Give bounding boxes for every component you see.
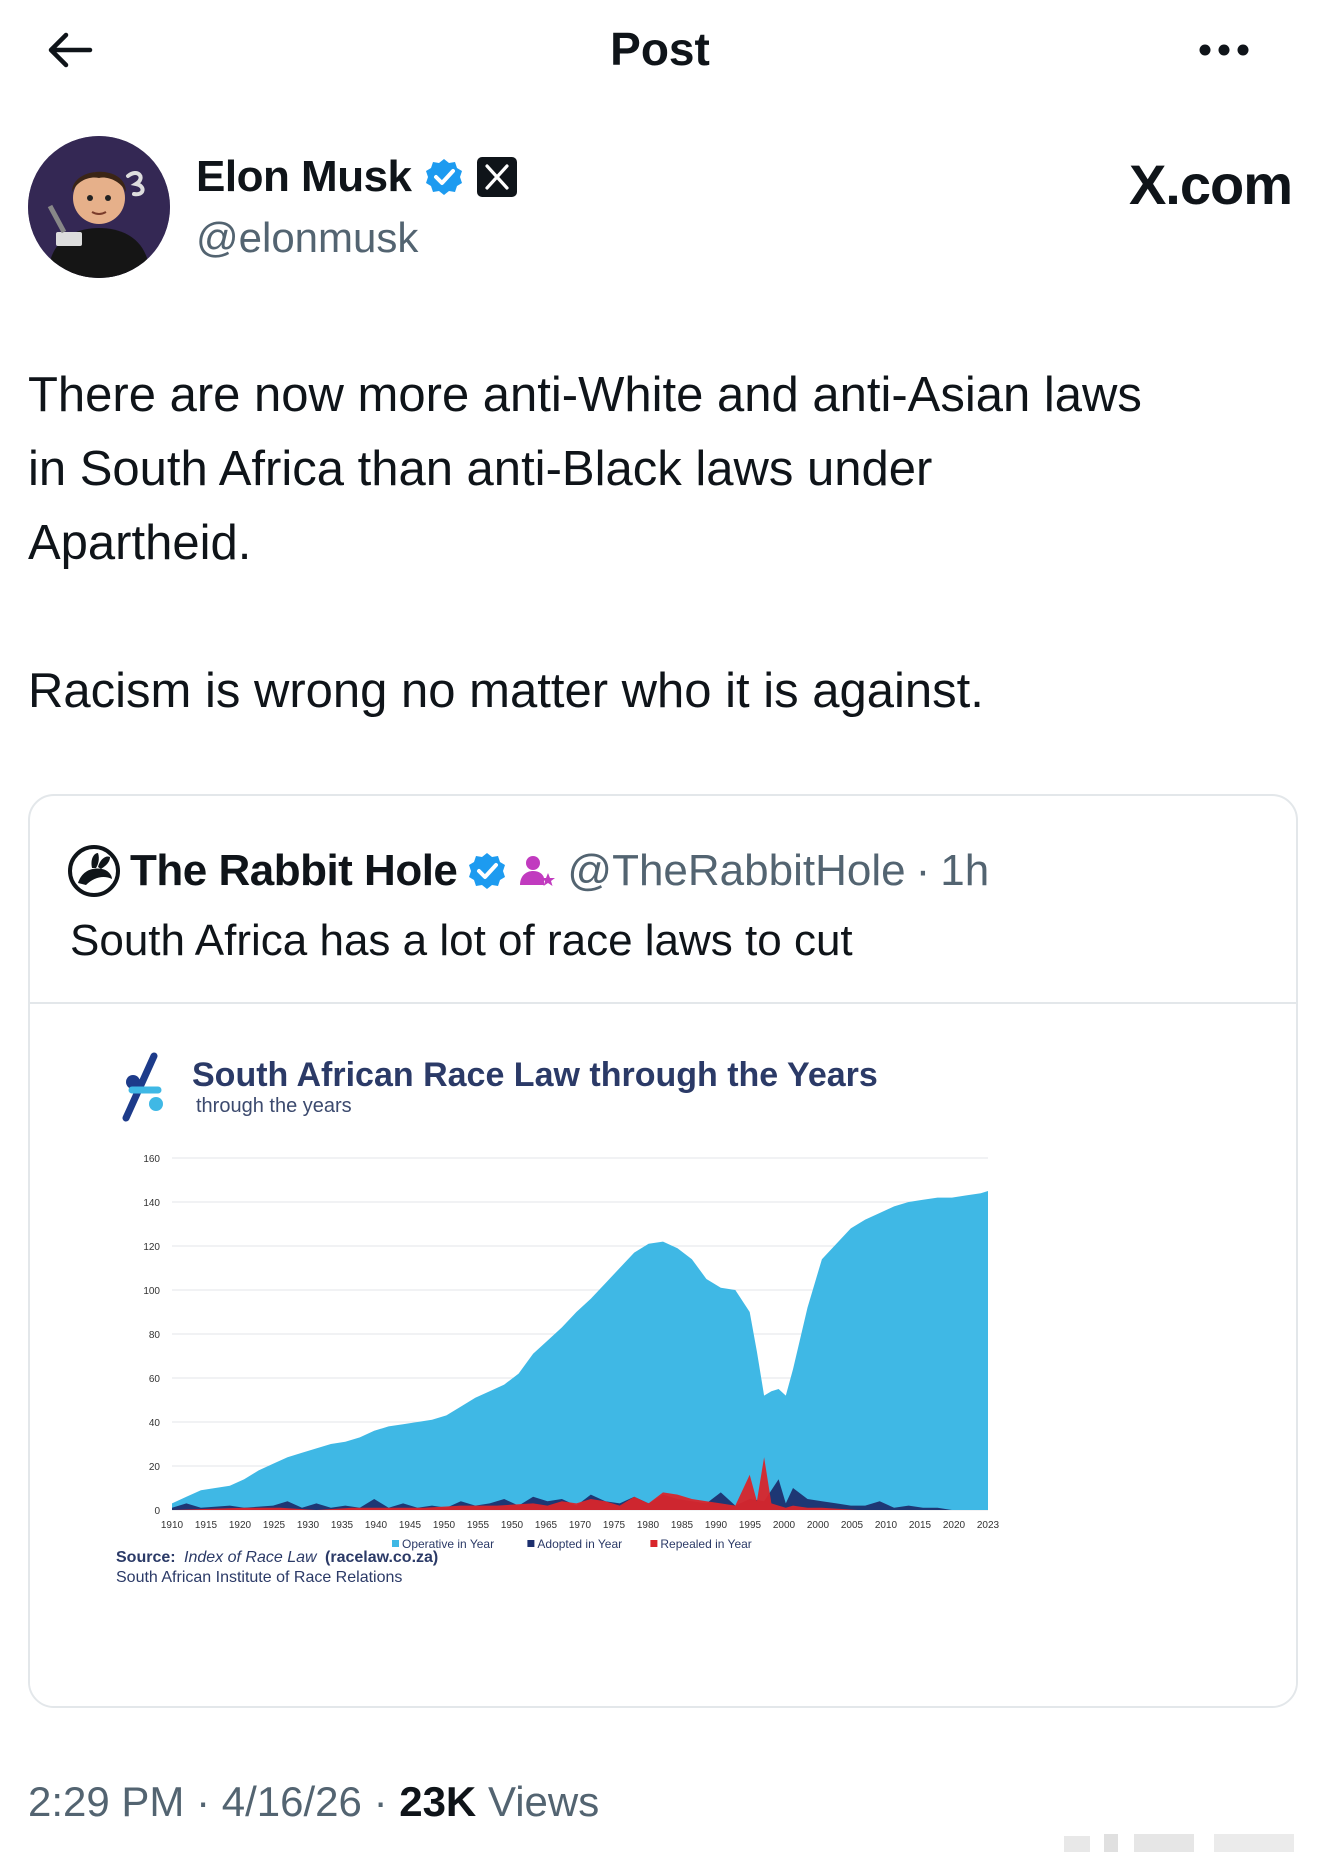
x-tick-label: 1955 xyxy=(467,1520,490,1531)
x-tick-label: 1995 xyxy=(739,1520,762,1531)
x-tick-label: 1980 xyxy=(637,1520,660,1531)
post-meta: 2:29 PM · 4/16/26 · 23K Views xyxy=(28,1778,599,1826)
quoted-author-handle[interactable]: @TheRabbitHole xyxy=(567,846,905,896)
x-tick-label: 2020 xyxy=(943,1520,966,1531)
y-tick-label: 0 xyxy=(154,1506,160,1517)
chart-source-org: South African Institute of Race Relation… xyxy=(116,1569,402,1586)
author-name-line: Elon Musk xyxy=(196,152,518,202)
quoted-post-text: South Africa has a lot of race laws to c… xyxy=(70,916,853,965)
x-tick-label: 1975 xyxy=(603,1520,626,1531)
x-tick-label: 2010 xyxy=(875,1520,898,1531)
x-tick-label: 1950 xyxy=(433,1520,456,1531)
author-handle[interactable]: @elonmusk xyxy=(196,214,418,262)
xcom-watermark-label: X.com xyxy=(1128,153,1293,216)
post-text-line-3: Apartheid. xyxy=(28,516,252,570)
sairr-logo-icon xyxy=(122,1052,163,1122)
chart-subtitle: through the years xyxy=(196,1095,352,1117)
y-tick-label: 20 xyxy=(149,1462,161,1473)
legend-swatch xyxy=(650,1540,658,1547)
page-title: Post xyxy=(610,23,710,75)
post-text-line-2: in South Africa than anti-Black laws und… xyxy=(28,442,933,496)
quoted-author-name[interactable]: The Rabbit Hole xyxy=(130,846,458,896)
views-count[interactable]: 23K xyxy=(399,1778,476,1825)
chart-image[interactable]: South African Race Law through the Years… xyxy=(30,1004,1296,1706)
y-tick-label: 160 xyxy=(143,1154,160,1165)
author-row: Elon Musk @elonmusk X.com xyxy=(28,136,1293,286)
x-tick-label: 1970 xyxy=(569,1520,592,1531)
quoted-post-header: The Rabbit Hole @TheRabbitHole · 1h xyxy=(68,840,989,902)
more-horizontal-icon xyxy=(1199,44,1249,56)
y-tick-label: 80 xyxy=(149,1330,161,1341)
y-tick-label: 140 xyxy=(143,1198,160,1209)
x-tick-label: 1935 xyxy=(331,1520,354,1531)
chart-source: Source: Index of Race Law (racelaw.co.za… xyxy=(116,1549,438,1566)
x-tick-label: 1965 xyxy=(535,1520,558,1531)
avatar-image xyxy=(28,136,170,278)
separator-dot: · xyxy=(915,846,931,895)
x-tick-label: 1990 xyxy=(705,1520,728,1531)
legend-label: Repealed in Year xyxy=(660,1537,751,1551)
source-link: (racelaw.co.za) xyxy=(325,1549,438,1566)
post-time: 2:29 PM xyxy=(28,1778,185,1825)
top-bar: Post xyxy=(0,0,1320,100)
x-tick-label: 1985 xyxy=(671,1520,694,1531)
x-tick-label: 1950 xyxy=(501,1520,524,1531)
author-name[interactable]: Elon Musk xyxy=(196,152,412,202)
legend-swatch xyxy=(527,1540,535,1547)
more-options-button[interactable] xyxy=(1184,22,1264,78)
y-tick-label: 120 xyxy=(143,1242,160,1253)
legend-label: Adopted in Year xyxy=(537,1537,622,1551)
x-tick-label: 1945 xyxy=(399,1520,422,1531)
operative-area xyxy=(172,1191,988,1510)
source-label: Source: xyxy=(116,1549,176,1566)
x-tick-label: 2023 xyxy=(977,1520,1000,1531)
post-date: 4/16/26 xyxy=(221,1778,362,1825)
x-tick-label: 2000 xyxy=(773,1520,796,1531)
x-tick-label: 1920 xyxy=(229,1520,252,1531)
post-text-line-1: There are now more anti-White and anti-A… xyxy=(28,368,1142,422)
verified-badge-icon xyxy=(425,159,462,195)
post-text-line-4: Racism is wrong no matter who it is agai… xyxy=(28,664,984,718)
y-tick-label: 100 xyxy=(143,1286,160,1297)
legend-swatch xyxy=(392,1540,399,1547)
y-tick-label: 60 xyxy=(149,1374,161,1385)
separator-dot: · xyxy=(373,1778,400,1825)
verified-badge-icon xyxy=(469,853,506,889)
x-tick-label: 2005 xyxy=(841,1520,864,1531)
separator-dot: · xyxy=(196,1778,222,1825)
views-label[interactable]: Views xyxy=(488,1778,599,1825)
user-star-icon xyxy=(520,856,556,886)
x-tick-label: 1910 xyxy=(161,1520,184,1531)
x-tick-label: 1940 xyxy=(365,1520,388,1531)
x-affiliate-badge-icon xyxy=(476,157,517,197)
y-tick-label: 40 xyxy=(149,1418,161,1429)
source-name: Index of Race Law xyxy=(184,1549,318,1566)
weibo-watermark-icon xyxy=(1064,1834,1294,1852)
quoted-post-card[interactable]: The Rabbit Hole @TheRabbitHole · 1h Sout… xyxy=(28,794,1298,1708)
race-law-chart: South African Race Law through the Years… xyxy=(116,1052,1000,1586)
x-tick-label: 2000 xyxy=(807,1520,830,1531)
x-tick-label: 1915 xyxy=(195,1520,218,1531)
x-tick-label: 1930 xyxy=(297,1520,320,1531)
rabbit-hole-avatar-icon[interactable] xyxy=(68,845,120,897)
x-tick-label: 2015 xyxy=(909,1520,932,1531)
x-tick-label: 1925 xyxy=(263,1520,286,1531)
post-text: There are now more anti-White and anti-A… xyxy=(28,358,1298,728)
chart-title: South African Race Law through the Years xyxy=(192,1056,878,1094)
quoted-post-age: 1h xyxy=(940,846,990,895)
avatar[interactable] xyxy=(28,136,170,278)
